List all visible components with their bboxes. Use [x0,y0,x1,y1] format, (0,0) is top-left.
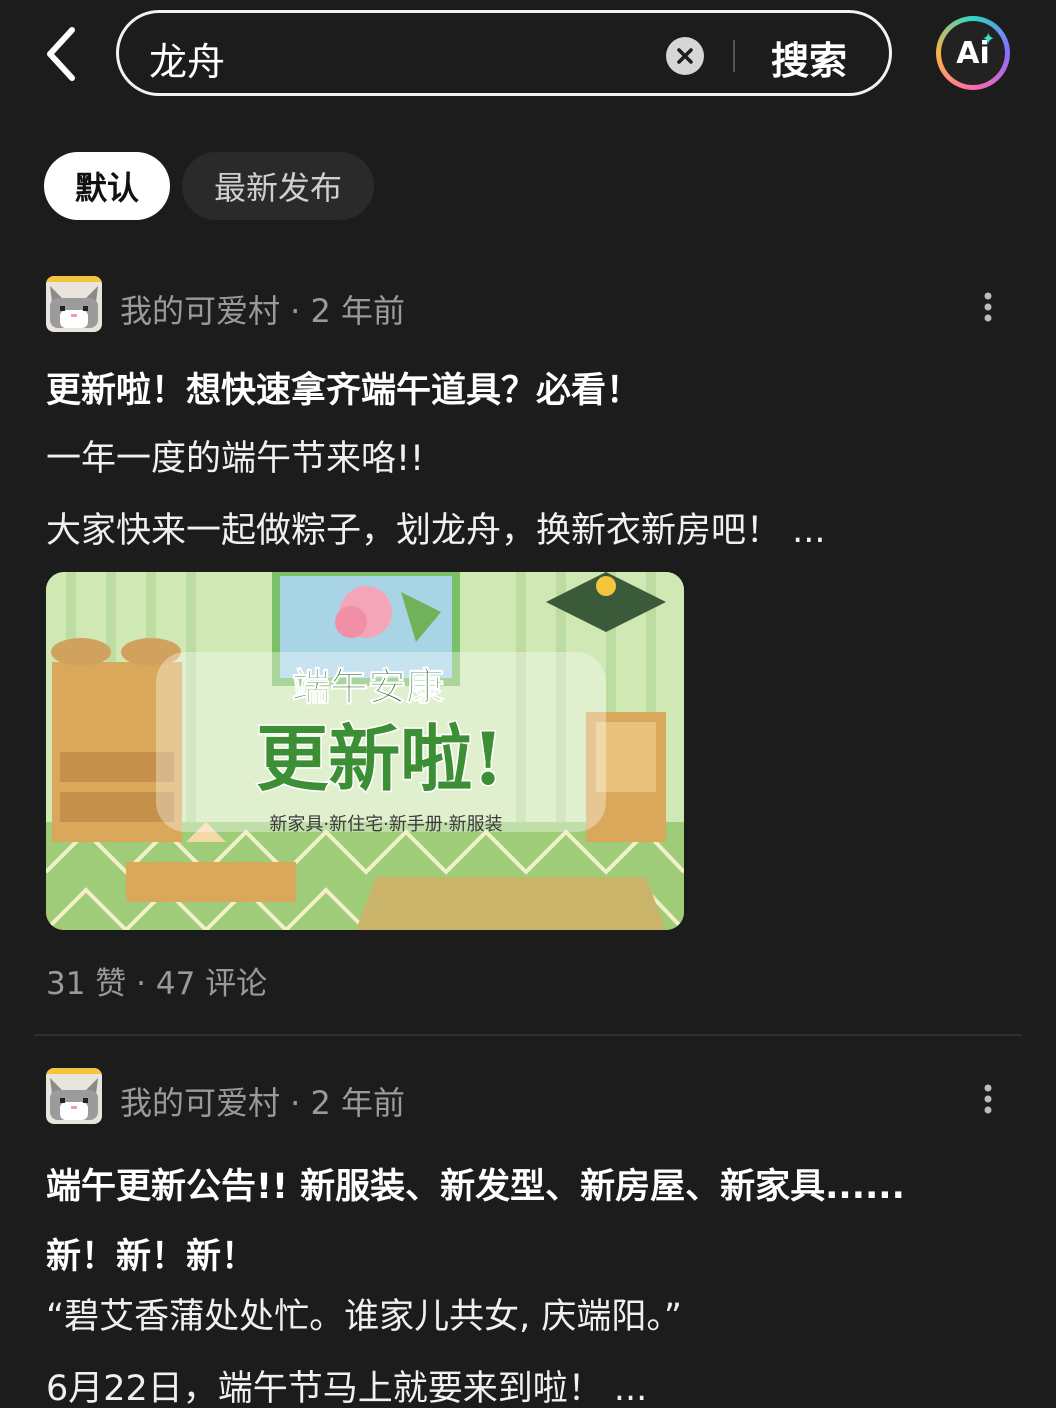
image-headline-small: 端午安康 [292,664,444,709]
ai-icon: Ai ✦ [941,21,1005,85]
post-image[interactable]: 端午安康 更新啦! 新家具·新住宅·新手册·新服装 [46,572,684,930]
back-arrow-icon[interactable] [36,24,84,84]
search-button[interactable]: 搜索 [771,30,847,85]
image-headline-big: 更新啦! [256,716,504,801]
dragon-boat-festival-illustration: 端午安康 更新啦! 新家具·新住宅·新手册·新服装 [46,572,684,930]
post-body-line: “碧艾香蒲处处忙。谁家儿共女, 庆端阳。” [46,1297,683,1337]
post-title[interactable]: 端午更新公告!! 新服装、新发型、新房屋、新家具...... [46,1158,905,1209]
post-body-line: 一年一度的端午节来咯!! [46,439,425,479]
more-vertical-icon[interactable] [984,1084,992,1114]
search-input[interactable]: 龙舟 搜索 [116,10,892,96]
avatar[interactable] [46,1068,102,1124]
ai-assistant-button[interactable]: Ai ✦ [936,16,1010,90]
post-stats: 31 赞 · 47 评论 [46,966,268,1002]
avatar-cat-icon [46,1068,102,1124]
post-body-line: 大家快来一起做粽子，划龙舟，换新衣新房吧！ ... [46,511,826,551]
avatar-cat-icon [46,276,102,332]
tab-latest[interactable]: 最新发布 [182,152,374,220]
post-meta: 我的可爱村 · 2 年前 [120,1084,406,1122]
more-vertical-icon[interactable] [984,292,992,322]
post-body-line: 6月22日，端午节马上就要来到啦！ ... [46,1369,648,1408]
tab-default[interactable]: 默认 [44,152,170,220]
post-divider [34,1034,1022,1036]
post-title[interactable]: 更新啦！想快速拿齐端午道具？必看！ [46,362,641,413]
sparkle-icon: ✦ [981,29,995,48]
search-divider [733,40,735,72]
search-results-page: 龙舟 搜索 Ai ✦ 默认 最新发布 我的可爱村 · 2 年前 更新啦！想快速拿… [0,0,1056,1408]
search-query-text: 龙舟 [149,40,226,84]
post-meta: 我的可爱村 · 2 年前 [120,292,406,330]
clear-icon[interactable] [666,37,704,75]
post-subtitle[interactable]: 新！新！新！ [46,1228,256,1279]
image-caption: 新家具·新住宅·新手册·新服装 [269,814,502,835]
avatar[interactable] [46,276,102,332]
